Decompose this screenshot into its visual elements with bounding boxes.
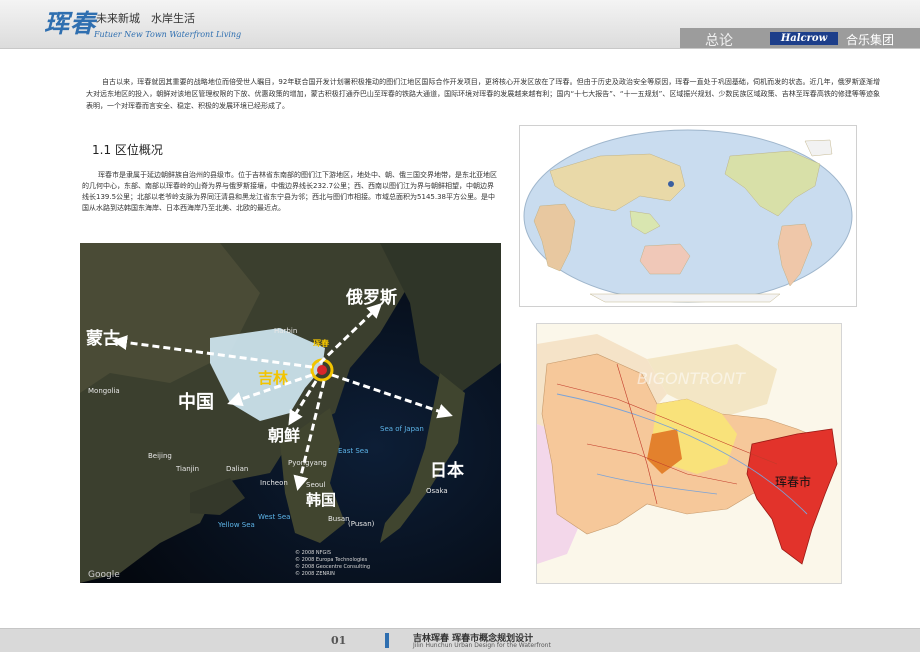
project-logo: 珲春 <box>44 9 97 38</box>
label-jilin: 吉林 <box>258 369 289 387</box>
footer-title-en: Jilin Hunchun Urban Design for the Water… <box>413 642 551 649</box>
label-yellow-sea: Yellow Sea <box>217 521 255 529</box>
footer-accent-bar <box>385 633 389 648</box>
label-hunchun: 珲春 <box>313 338 329 348</box>
label-beijing: Beijing <box>148 452 172 460</box>
label-osaka: Osaka <box>426 487 448 495</box>
label-sea-of-japan: Sea of Japan <box>380 425 424 433</box>
label-china: 中国 <box>178 391 214 413</box>
region-map-graphic: BIGONTRONT 珲春市 <box>537 324 841 583</box>
credit-4: © 2008 ZENRIN <box>295 570 335 577</box>
location-description: 珲春市是隶属于延边朝鲜族自治州的县级市。位于吉林省东南部的图们江下游地区，地处中… <box>82 171 497 212</box>
page-header: 珲春 未来新城 水岸生活 Futuer New Town Waterfront … <box>0 0 920 49</box>
label-dalian: Dalian <box>226 465 248 473</box>
slogan-en: Futuer New Town Waterfront Living <box>94 30 242 39</box>
label-pyongyang: Pyongyang <box>288 459 327 467</box>
google-logo: Google <box>88 570 120 580</box>
satellite-map: 俄罗斯 蒙古 中国 吉林 珲春 朝鲜 韩国 日本 Harbin Mongolia… <box>80 243 501 583</box>
section-heading: 1.1 区位概况 <box>92 143 163 157</box>
region-map: BIGONTRONT 珲春市 <box>536 323 842 584</box>
satellite-map-graphic: 俄罗斯 蒙古 中国 吉林 珲春 朝鲜 韩国 日本 Harbin Mongolia… <box>80 243 501 583</box>
label-russia: 俄罗斯 <box>345 287 397 308</box>
world-map-graphic <box>523 129 853 303</box>
halcrow-logo: Halcrow <box>770 32 838 45</box>
slogan-cn: 未来新城 水岸生活 <box>96 12 195 25</box>
label-korea: 韩国 <box>306 491 336 509</box>
label-incheon: Incheon <box>260 479 288 487</box>
label-mongolia-en: Mongolia <box>88 387 120 395</box>
brand-name: 合乐集团 <box>846 33 895 47</box>
intro-paragraph: 自古以来，珲春就因其重要的战略地位而倍受世人瞩目，92年联合国开发计划署积极推动… <box>86 78 880 110</box>
label-pusan: (Pusan) <box>348 520 375 528</box>
label-east-sea: East Sea <box>338 447 368 455</box>
label-busan: Busan <box>328 515 350 523</box>
world-map <box>519 125 857 307</box>
credit-3: © 2008 Geocentre Consulting <box>295 563 370 570</box>
label-japan: 日本 <box>430 460 464 481</box>
hunchun-city-label: 珲春市 <box>775 474 811 489</box>
region-watermark: BIGONTRONT <box>637 369 746 388</box>
label-seoul: Seoul <box>306 481 325 489</box>
section-title: 总论 <box>705 33 733 49</box>
label-west-sea: West Sea <box>258 513 290 521</box>
credit-2: © 2008 Europa Technologies <box>295 556 368 563</box>
label-mongolia-cn: 蒙古 <box>86 328 120 349</box>
page-footer: 01 吉林珲春 珲春市概念规划设计 Jilin Hunchun Urban De… <box>0 628 920 652</box>
page-number: 01 <box>331 634 347 647</box>
label-harbin: Harbin <box>274 327 297 335</box>
credit-1: © 2008 NFGIS <box>295 549 331 556</box>
label-dprk: 朝鲜 <box>268 426 300 445</box>
label-tianjin: Tianjin <box>175 465 199 473</box>
